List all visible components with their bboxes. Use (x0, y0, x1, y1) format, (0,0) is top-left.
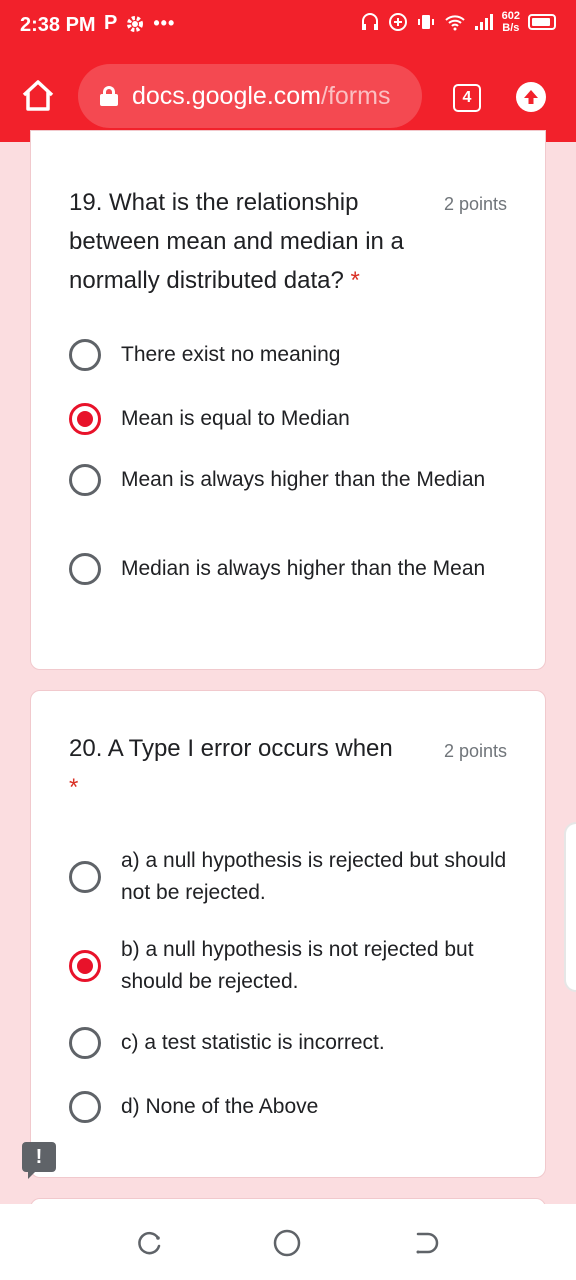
option-radio[interactable]: d) None of the Above (69, 1091, 509, 1123)
battery-icon (528, 14, 556, 30)
back-button[interactable] (410, 1228, 440, 1258)
p-app-icon: P (104, 12, 118, 34)
net-speed: 602 B/s (501, 10, 520, 34)
status-notification-icons: P ••• (104, 12, 175, 35)
question-points: 2 points (443, 741, 507, 761)
option-radio[interactable]: b) a null hypothesis is not rejected but… (69, 934, 509, 998)
system-nav-bar (0, 1204, 576, 1280)
option-radio[interactable]: Mean is always higher than the Median (69, 464, 509, 496)
back-icon (416, 1232, 439, 1254)
radio-button[interactable] (69, 1091, 101, 1123)
option-label: c) a test statistic is incorrect. (121, 1031, 385, 1054)
gear-icon (127, 15, 144, 32)
option-label: Mean is equal to Median (121, 407, 350, 430)
home-icon (22, 80, 54, 111)
radio-button[interactable] (69, 1027, 101, 1059)
vibrate-icon (417, 15, 434, 29)
status-time: 2:38 PM (20, 14, 96, 36)
url-domain: docs.google.com (132, 81, 322, 110)
radio-button-selected[interactable] (69, 950, 101, 982)
question-card-20: 20. A Type I error occurs when * 2 points… (30, 690, 546, 1178)
report-feedback-icon[interactable]: ! (22, 1142, 56, 1179)
question-points: 2 points (443, 194, 507, 214)
wifi-icon (444, 15, 465, 31)
radio-button[interactable] (69, 861, 101, 893)
required-asterisk: * (69, 774, 79, 801)
edge-panel-handle[interactable] (564, 822, 576, 992)
browser-toolbar: docs.google.com/forms 4 (0, 52, 576, 142)
url-path: /forms (321, 81, 391, 110)
signal-icon (474, 14, 493, 30)
tab-switcher-button[interactable]: 4 (453, 84, 481, 112)
option-label: b) a null hypothesis is not rejected but… (121, 938, 474, 993)
radio-button[interactable] (69, 464, 101, 496)
radio-button-selected[interactable] (69, 403, 101, 435)
lock-icon (100, 86, 118, 106)
question-card-19: 19. What is the relationship between mea… (30, 130, 546, 670)
option-radio[interactable]: a) a null hypothesis is rejected but sho… (69, 845, 509, 909)
radio-button[interactable] (69, 553, 101, 585)
address-bar[interactable]: docs.google.com/forms (78, 64, 422, 128)
option-radio[interactable]: There exist no meaning (69, 339, 509, 371)
option-radio[interactable]: Mean is equal to Median (69, 403, 509, 435)
recents-icon (138, 1231, 161, 1255)
headset-icon (361, 13, 378, 30)
data-saver-icon (388, 13, 407, 31)
status-bar: 2:38 PM P ••• 602 B/s (0, 0, 576, 52)
arrow-up-icon (524, 90, 538, 104)
required-asterisk: * (350, 267, 360, 294)
home-button[interactable] (20, 78, 56, 114)
option-label: There exist no meaning (121, 343, 341, 366)
download-button[interactable] (516, 82, 546, 112)
option-label: a) a null hypothesis is rejected but sho… (121, 849, 507, 904)
option-radio[interactable]: Median is always higher than the Mean (69, 553, 509, 585)
option-label: d) None of the Above (121, 1095, 319, 1118)
more-dots-icon: ••• (153, 13, 176, 33)
recents-button[interactable] (134, 1228, 164, 1258)
radio-button[interactable] (69, 339, 101, 371)
question-title: 20. A Type I error occurs when * (69, 735, 393, 801)
status-system-icons: 602 B/s (360, 10, 556, 34)
option-label: Median is always higher than the Mean (121, 557, 486, 580)
option-radio[interactable]: c) a test statistic is incorrect. (69, 1027, 509, 1059)
home-nav-button[interactable] (272, 1228, 302, 1258)
question-title: 19. What is the relationship between mea… (69, 189, 404, 294)
option-label: Mean is always higher than the Median (121, 468, 486, 491)
circle-home-icon (273, 1229, 301, 1257)
